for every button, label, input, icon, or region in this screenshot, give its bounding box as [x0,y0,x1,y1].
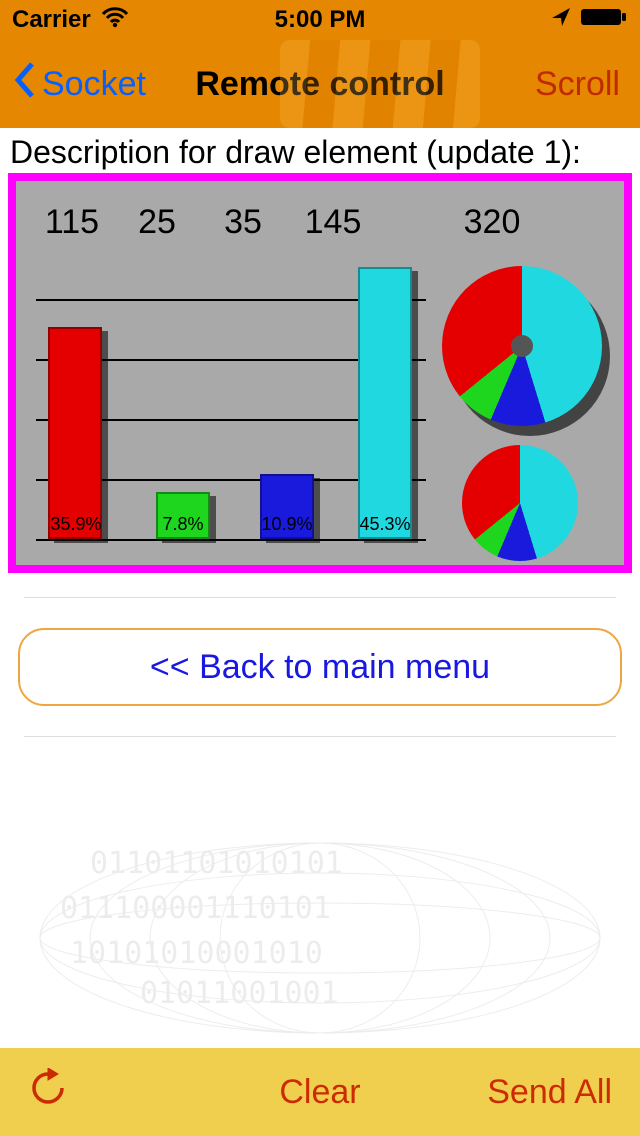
refresh-icon [28,1078,68,1116]
value-label-4: 145 [305,203,362,242]
svg-text:01011001001: 01011001001 [140,976,339,1011]
status-left: Carrier [12,6,129,35]
bar-4 [358,267,412,539]
page-title: Remote control [195,65,444,104]
back-to-main-label: << Back to main menu [150,648,490,687]
back-to-main-button[interactable]: << Back to main menu [18,628,622,706]
divider [24,597,616,598]
chevron-left-icon [12,60,38,109]
carrier-label: Carrier [12,6,91,34]
svg-text:011100001110101: 011100001110101 [60,891,331,926]
clear-button[interactable]: Clear [279,1073,360,1111]
background-decoration: 01101101010101 011100001110101 101010100… [0,828,640,1048]
value-label-3: 35 [224,203,262,242]
bottom-toolbar: Clear Send All [0,1048,640,1136]
bar-chart: 35.9% 7.8% 10.9% 45.3% [36,301,426,541]
back-button[interactable]: Socket [12,60,146,109]
wifi-icon [101,6,129,35]
nav-bar: Socket Remote control Scroll [0,40,640,128]
total-label: 320 [464,203,521,242]
status-bar: Carrier 5:00 PM [0,0,640,40]
value-label-2: 25 [138,203,176,242]
svg-text:01101101010101: 01101101010101 [90,846,343,881]
pie-chart-large [442,266,602,426]
scroll-button[interactable]: Scroll [535,65,620,104]
bar-label-1: 35.9% [50,514,101,535]
bar-label-3: 10.9% [261,514,312,535]
divider [24,736,616,737]
bar-1 [48,327,102,539]
svg-text:10101010001010: 10101010001010 [70,936,323,971]
location-icon [550,6,572,35]
back-label: Socket [42,65,146,104]
description-label: Description for draw element (update 1): [0,130,640,173]
battery-icon [580,6,628,35]
status-right [550,6,628,35]
send-all-button[interactable]: Send All [487,1073,612,1112]
value-label-1: 115 [45,203,99,242]
content-area: Description for draw element (update 1):… [0,128,640,1048]
bar-label-4: 45.3% [359,514,410,535]
pie-chart-small [462,445,578,561]
refresh-button[interactable] [28,1068,68,1117]
chart-panel: 115 25 35 145 320 35.9% [8,173,632,573]
bar-label-2: 7.8% [162,514,203,535]
